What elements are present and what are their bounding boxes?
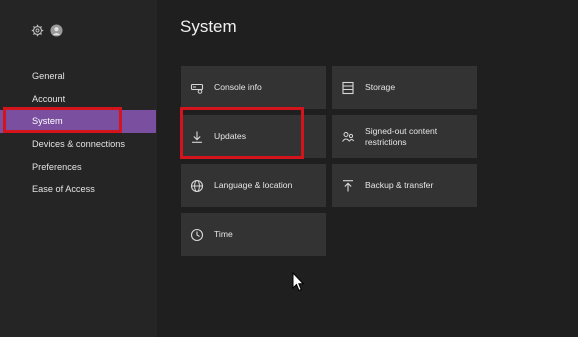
tile-label: Signed-out content restrictions — [365, 125, 438, 147]
page-title: System — [180, 17, 237, 36]
people-icon — [341, 130, 355, 144]
sidebar-item-preferences[interactable]: Preferences — [0, 156, 157, 179]
console-info-icon — [190, 81, 204, 95]
tile-label: Updates — [214, 131, 247, 141]
sidebar-top-icons — [31, 24, 63, 37]
upload-icon — [341, 179, 355, 193]
tile-label: Time — [214, 229, 233, 239]
tile-label: Console info — [214, 82, 262, 92]
tile-label: Backup & transfer — [365, 180, 434, 190]
tile-console-info[interactable]: Console info — [181, 66, 326, 109]
avatar-icon[interactable] — [50, 24, 63, 37]
tile-language-location[interactable]: Language & location — [181, 164, 326, 207]
download-icon — [190, 130, 204, 144]
tile-label: Storage — [365, 82, 396, 92]
sidebar-item-general[interactable]: General — [0, 65, 157, 88]
gear-icon[interactable] — [31, 24, 44, 37]
sidebar-nav: General Account System Devices & connect… — [0, 65, 157, 201]
sidebar-item-ease-of-access[interactable]: Ease of Access — [0, 178, 157, 201]
tile-backup-transfer[interactable]: Backup & transfer — [332, 164, 477, 207]
sidebar-item-devices-connections[interactable]: Devices & connections — [0, 133, 157, 156]
tile-signed-out-content-restrictions[interactable]: Signed-out content restrictions — [332, 115, 477, 158]
storage-icon — [341, 81, 355, 95]
settings-sidebar: General Account System Devices & connect… — [0, 0, 157, 337]
sidebar-item-system[interactable]: System — [0, 110, 156, 134]
clock-icon — [190, 228, 204, 242]
tile-updates[interactable]: Updates — [181, 115, 326, 158]
mouse-cursor-icon — [292, 271, 305, 292]
tile-time[interactable]: Time — [181, 213, 326, 256]
tile-storage[interactable]: Storage — [332, 66, 477, 109]
sidebar-item-account[interactable]: Account — [0, 88, 157, 111]
globe-icon — [190, 179, 204, 193]
tile-label: Language & location — [214, 180, 293, 190]
